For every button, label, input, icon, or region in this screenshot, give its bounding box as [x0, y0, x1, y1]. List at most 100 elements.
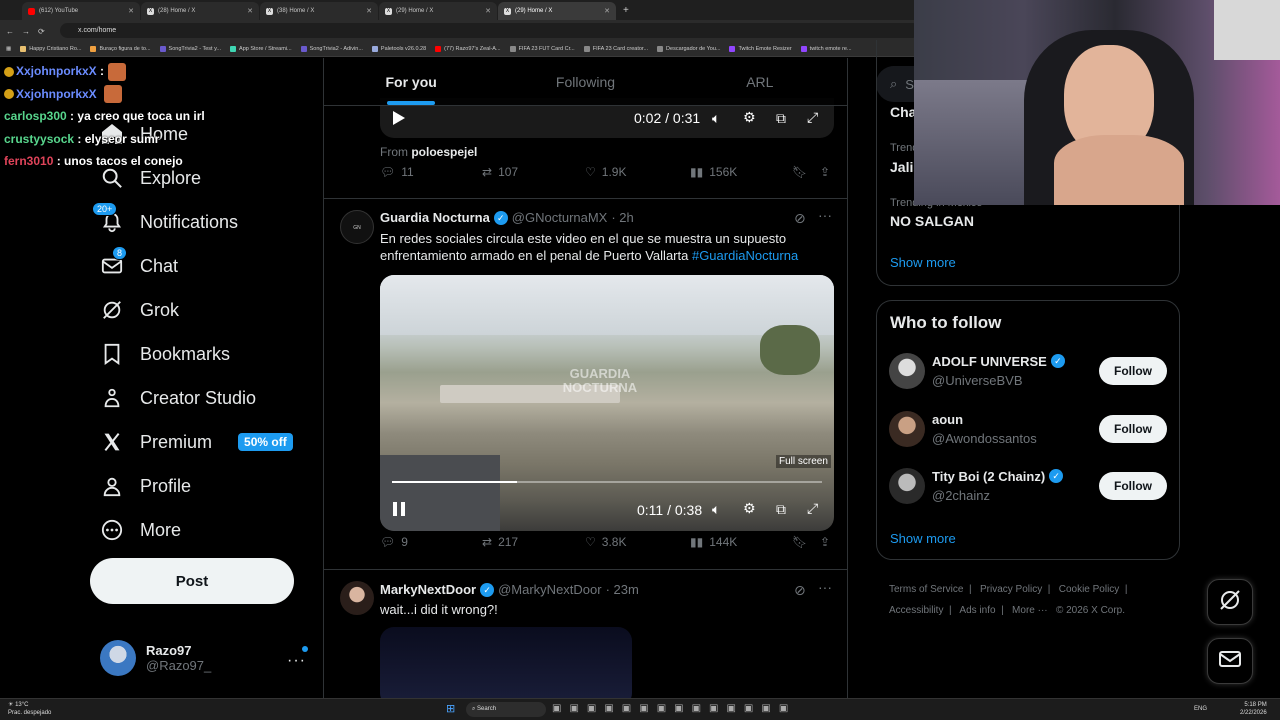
- tab-following[interactable]: Following: [498, 58, 672, 105]
- fullscreen-icon[interactable]: ⤢: [807, 500, 818, 517]
- bookmark-item[interactable]: Descargador de You...: [657, 46, 720, 52]
- bookmark-button[interactable]: 🔖︎: [792, 165, 807, 179]
- more-horizontal-icon[interactable]: ···: [287, 652, 306, 670]
- show-more-link[interactable]: Show more: [890, 531, 956, 546]
- back-icon[interactable]: ←: [6, 27, 14, 36]
- bookmark-item[interactable]: FIFA 23 FUT Card Cr...: [509, 46, 575, 52]
- pip-icon[interactable]: ⧉: [776, 501, 786, 518]
- settings-icon[interactable]: ⚙: [743, 500, 756, 517]
- url-input[interactable]: x.com/home: [60, 23, 920, 38]
- pause-icon[interactable]: [392, 501, 406, 517]
- nav-item-premium[interactable]: Premium 50% off: [90, 420, 293, 464]
- browser-tab[interactable]: (612) YouTube ✕: [22, 2, 140, 20]
- nav-item-chat[interactable]: 8 Chat: [90, 244, 293, 288]
- nav-item-bookmarks[interactable]: Bookmarks: [90, 332, 293, 376]
- views-button[interactable]: ▮▮ 156K: [690, 165, 737, 179]
- bookmark-item[interactable]: Happy Cristiano Ro...: [20, 46, 81, 52]
- suggestion-name[interactable]: Tity Boi (2 Chainz) ✓: [932, 469, 1064, 484]
- tweet-author-name[interactable]: Guardia Nocturna: [380, 210, 490, 225]
- bookmark-item[interactable]: FIFA 23 Card creator...: [583, 46, 648, 52]
- close-tab-icon[interactable]: ✕: [128, 7, 134, 15]
- footer-link[interactable]: Accessibility: [889, 605, 943, 616]
- bookmark-item[interactable]: Paletools v26.0.28: [371, 46, 426, 52]
- nav-item-notifications[interactable]: 20+ Notifications: [90, 200, 293, 244]
- repost-button[interactable]: ⇄ 217: [482, 535, 518, 549]
- browser-tab[interactable]: X (28) Home / X ✕: [141, 2, 259, 20]
- video-source-user[interactable]: poloespejel: [411, 145, 477, 159]
- follow-button[interactable]: Follow: [1099, 357, 1167, 385]
- footer-link[interactable]: More ···: [1012, 605, 1048, 616]
- avatar[interactable]: [889, 353, 925, 389]
- bookmark-item[interactable]: Buraço figura de to...: [90, 46, 151, 52]
- tweet-time[interactable]: · 2h: [611, 210, 633, 225]
- share-button[interactable]: ⇪: [820, 535, 830, 549]
- like-button[interactable]: ♡ 3.8K: [585, 535, 626, 549]
- trend-name[interactable]: NO SALGAN: [890, 213, 974, 229]
- play-icon[interactable]: [392, 110, 406, 126]
- account-switcher[interactable]: Razo97 @Razo97_ ···: [100, 638, 310, 678]
- follow-button[interactable]: Follow: [1099, 472, 1167, 500]
- post-button[interactable]: Post: [90, 558, 294, 604]
- language-indicator[interactable]: ENG: [1194, 706, 1207, 712]
- tweet-time[interactable]: · 23m: [606, 582, 639, 597]
- bookmark-item[interactable]: App Store / Streami...: [230, 46, 292, 52]
- browser-tab[interactable]: X (38) Home / X ✕: [260, 2, 378, 20]
- taskbar-apps[interactable]: ▣▣▣▣▣▣▣▣▣▣▣▣▣▣: [552, 703, 796, 714]
- share-button[interactable]: ⇪: [820, 165, 830, 179]
- taskbar-search[interactable]: ⌕ Search: [466, 702, 546, 717]
- close-tab-icon[interactable]: ✕: [247, 7, 253, 15]
- volume-icon[interactable]: 🔈︎: [712, 110, 720, 127]
- trend-name[interactable]: Cha: [890, 104, 916, 120]
- avatar[interactable]: GN: [340, 210, 374, 244]
- weather-widget[interactable]: ☀ 13°C Prac. despejado: [8, 701, 51, 717]
- close-tab-icon[interactable]: ✕: [604, 7, 610, 15]
- pip-icon[interactable]: ⧉: [776, 110, 786, 127]
- bookmark-button[interactable]: 🔖︎: [792, 535, 807, 549]
- like-button[interactable]: ♡ 1.9K: [585, 165, 626, 179]
- bookmark-item[interactable]: SongTrivia2 - Adivin...: [300, 46, 363, 52]
- settings-icon[interactable]: ⚙: [743, 109, 756, 126]
- show-more-link[interactable]: Show more: [890, 255, 956, 270]
- clock[interactable]: 5:18 PM 2/22/2026: [1240, 701, 1267, 717]
- tab-arl[interactable]: ARL: [673, 58, 847, 105]
- bookmark-item[interactable]: twitch emote re...: [800, 46, 852, 52]
- suggestion-name[interactable]: aoun: [932, 412, 963, 427]
- apps-icon[interactable]: ▦: [6, 46, 11, 52]
- more-horizontal-icon[interactable]: ···: [818, 207, 832, 223]
- start-icon[interactable]: ⊞: [446, 703, 458, 715]
- avatar[interactable]: [340, 581, 374, 615]
- browser-tab-active[interactable]: X (29) Home / X ✕: [498, 2, 616, 20]
- bookmark-item[interactable]: (77) Razo97's Zeal-A...: [435, 46, 501, 52]
- tweet-author-name[interactable]: MarkyNextDoor: [380, 582, 476, 597]
- avatar[interactable]: [889, 468, 925, 504]
- bookmark-item[interactable]: Twitch Emote Resizer: [729, 46, 792, 52]
- nav-item-more[interactable]: More: [90, 508, 293, 552]
- nav-item-profile[interactable]: Profile: [90, 464, 293, 508]
- footer-link[interactable]: Ads info: [959, 605, 995, 616]
- repost-button[interactable]: ⇄ 107: [482, 165, 518, 179]
- reload-icon[interactable]: ⟳: [38, 27, 45, 36]
- new-tab-button[interactable]: +: [617, 2, 635, 20]
- nav-item-grok[interactable]: Grok: [90, 288, 293, 332]
- grok-icon[interactable]: ⊘: [794, 210, 806, 227]
- tweet-author-handle[interactable]: @GNocturnaMX: [512, 210, 608, 225]
- fullscreen-icon[interactable]: ⤢: [807, 109, 818, 126]
- footer-link[interactable]: Cookie Policy: [1059, 584, 1120, 595]
- follow-button[interactable]: Follow: [1099, 415, 1167, 443]
- hashtag-link[interactable]: #GuardiaNocturna: [692, 248, 798, 263]
- bookmark-item[interactable]: SongTrivia2 - Test y...: [159, 46, 221, 52]
- tweet-author-handle[interactable]: @MarkyNextDoor: [498, 582, 602, 597]
- grok-fab[interactable]: [1207, 579, 1253, 625]
- views-button[interactable]: ▮▮ 144K: [690, 535, 737, 549]
- tweet-media[interactable]: [380, 627, 632, 698]
- reply-button[interactable]: 💬︎ 11: [380, 165, 414, 179]
- volume-icon[interactable]: 🔈︎: [712, 501, 720, 518]
- browser-tab[interactable]: X (29) Home / X ✕: [379, 2, 497, 20]
- footer-link[interactable]: Privacy Policy: [980, 584, 1042, 595]
- video-player[interactable]: GUARDIA NOCTURNA Full screen 0:11 / 0:38…: [380, 275, 834, 531]
- nav-item-creator-studio[interactable]: Creator Studio: [90, 376, 293, 420]
- reply-button[interactable]: 💬︎ 9: [380, 535, 408, 549]
- footer-link[interactable]: Terms of Service: [889, 584, 963, 595]
- grok-icon[interactable]: ⊘: [794, 582, 806, 599]
- close-tab-icon[interactable]: ✕: [485, 7, 491, 15]
